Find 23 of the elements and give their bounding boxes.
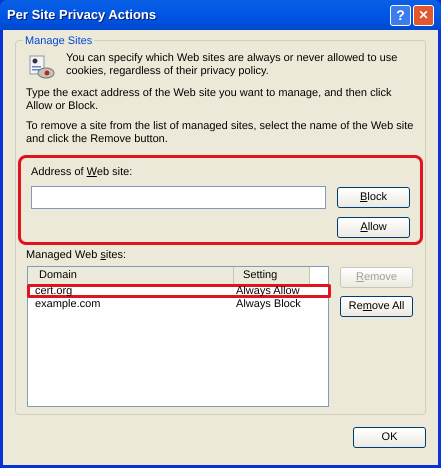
site-row[interactable]: cert.org Always Allow — [27, 284, 331, 298]
close-button[interactable]: ✕ — [413, 4, 434, 26]
setting-text: Always Block — [236, 296, 301, 312]
site-row[interactable]: example.com Always Block — [27, 297, 331, 311]
address-label: Address of Web site: — [31, 165, 134, 180]
address-input-field[interactable] — [31, 186, 326, 208]
allow-button[interactable]: Allow — [337, 216, 410, 238]
cookie-document-icon — [28, 54, 56, 80]
block-button[interactable]: Block — [337, 186, 410, 208]
ok-button[interactable]: OK — [353, 427, 426, 448]
column-header[interactable]: Setting — [234, 267, 310, 284]
group-title: Manage Sites — [23, 33, 94, 50]
domain-text: example.com — [34, 296, 102, 312]
help-button[interactable]: ? — [390, 4, 411, 26]
domain-text: cert.org — [34, 284, 74, 299]
column-header[interactable]: Domain — [28, 267, 234, 284]
window-title: Per Site Privacy Actions — [7, 6, 156, 24]
remove-all-button[interactable]: Remove All — [340, 296, 413, 317]
setting-text: Always Allow — [236, 284, 300, 299]
instruction-text: To remove a site from the list of managed sites, select the name of the Web site and click the Remove button. — [26, 120, 414, 146]
instruction-text: Type the exact address of the Web site you want to manage, and then click Allow or Block. — [26, 87, 392, 113]
intro-text: You can specify which Web sites are always or never allowed to use cookies, regardless of their privacy policy. — [66, 52, 398, 79]
managed-sites-label: Managed Web sites: — [26, 248, 128, 262]
